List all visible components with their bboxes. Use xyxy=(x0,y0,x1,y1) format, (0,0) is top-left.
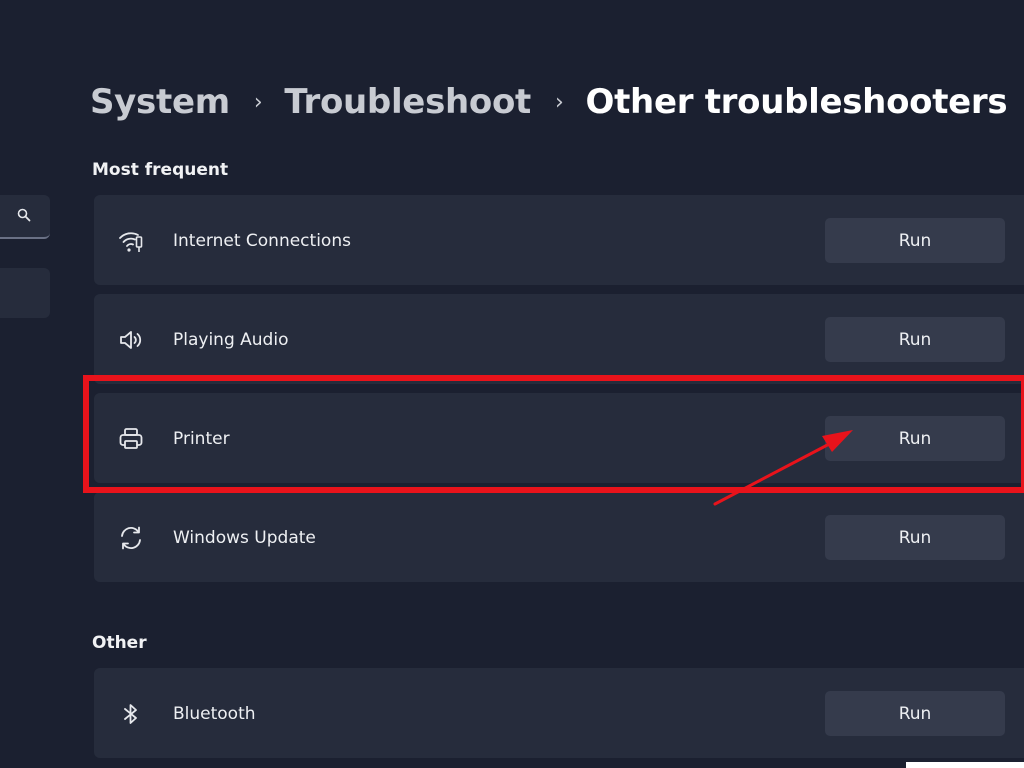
sync-icon xyxy=(121,526,141,550)
troubleshooter-label: Printer xyxy=(173,429,230,449)
run-playing-audio-button[interactable]: Run xyxy=(825,317,1005,362)
run-printer-button[interactable]: Run xyxy=(825,416,1005,461)
run-windows-update-button[interactable]: Run xyxy=(825,515,1005,560)
section-heading-other: Other xyxy=(92,633,147,653)
troubleshooter-label: Bluetooth xyxy=(173,704,256,724)
chevron-right-icon: › xyxy=(253,89,263,115)
troubleshooter-label: Windows Update xyxy=(173,528,316,548)
settings-window: System › Troubleshoot › Other troublesho… xyxy=(0,0,1024,768)
breadcrumb: System › Troubleshoot › Other troublesho… xyxy=(90,82,1008,122)
speaker-icon xyxy=(120,331,142,349)
troubleshooter-internet-connections: Internet Connections Run xyxy=(94,195,1024,285)
page-title: Other troubleshooters xyxy=(585,82,1008,122)
section-heading-most-frequent: Most frequent xyxy=(92,160,229,180)
breadcrumb-troubleshoot[interactable]: Troubleshoot xyxy=(284,82,531,122)
troubleshooter-playing-audio: Playing Audio Run xyxy=(94,294,1024,384)
troubleshooter-printer: Printer Run xyxy=(94,393,1024,483)
troubleshooter-label: Internet Connections xyxy=(173,231,351,251)
troubleshooter-label: Playing Audio xyxy=(173,330,289,350)
search-icon xyxy=(17,208,31,222)
chevron-right-icon: › xyxy=(554,89,564,115)
frame-edge xyxy=(906,762,1024,768)
nav-item-selected[interactable] xyxy=(0,268,50,318)
troubleshooter-windows-update: Windows Update Run xyxy=(94,492,1024,582)
wifi-icon xyxy=(119,232,143,252)
breadcrumb-system[interactable]: System xyxy=(90,82,230,122)
bluetooth-icon xyxy=(124,704,137,724)
nav-search-box[interactable] xyxy=(0,195,50,239)
run-internet-connections-button[interactable]: Run xyxy=(825,218,1005,263)
troubleshooter-bluetooth: Bluetooth Run xyxy=(94,668,1024,758)
printer-icon xyxy=(119,428,143,449)
run-bluetooth-button[interactable]: Run xyxy=(825,691,1005,736)
